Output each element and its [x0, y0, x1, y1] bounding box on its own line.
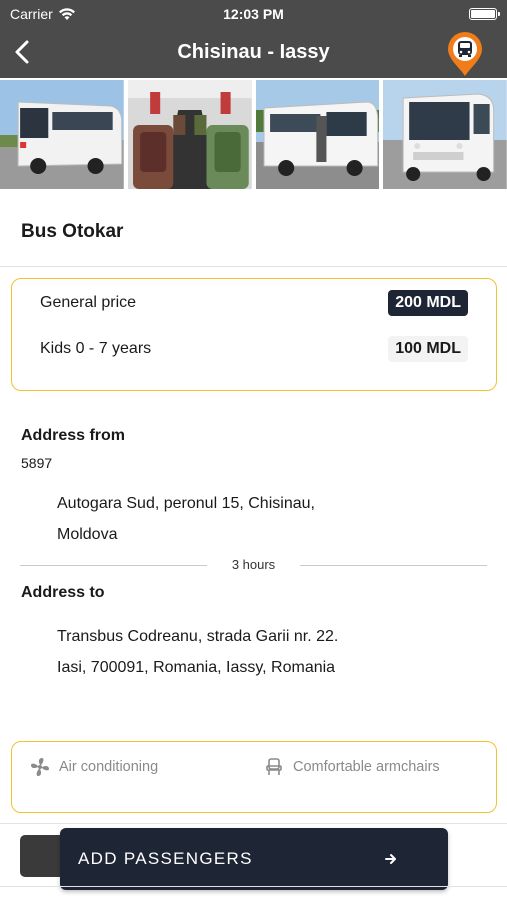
address-from-heading: Address from — [21, 427, 126, 444]
address-to-line2: Iasi, 700091, Romania, Iassy, Romania — [57, 659, 336, 676]
photo-gallery — [0, 80, 507, 189]
address-from-line2: Moldova — [57, 526, 118, 543]
address-from-text: Autogara Sud, peronul 15, Chisinau, Mold… — [57, 488, 457, 550]
nav-bar: Chisinau - Iassy — [0, 28, 507, 78]
arrow-right-icon — [385, 854, 396, 864]
address-to-text: Transbus Codreanu, strada Garii nr. 22. … — [57, 621, 457, 683]
top-bar: Carrier 12:03 PM Chisinau - Iassy — [0, 0, 507, 78]
address-from-line1: Autogara Sud, peronul 15, Chisinau, — [57, 495, 315, 512]
price-card: General price 200 MDL Kids 0 - 7 years 1… — [11, 278, 497, 391]
divider — [0, 266, 507, 267]
status-time: 12:03 PM — [223, 6, 284, 22]
amenity-label: Comfortable armchairs — [293, 759, 440, 775]
fan-icon — [31, 758, 49, 776]
price-row-kids: Kids 0 - 7 years 100 MDL — [40, 334, 468, 364]
amenity-label: Air conditioning — [59, 759, 159, 775]
price-label-general: General price — [40, 294, 137, 311]
amenities-card: Air conditioning Comfortable armchairs — [11, 741, 497, 813]
bus-name: Bus Otokar — [21, 221, 124, 242]
add-passengers-label: ADD PASSENGERS — [78, 849, 253, 868]
add-passengers-button[interactable]: ADD PASSENGERS — [60, 828, 448, 890]
divider — [0, 886, 507, 887]
bus-interior-photo[interactable] — [127, 80, 252, 189]
bus-exterior-photo[interactable] — [0, 80, 124, 189]
battery-icon — [469, 8, 500, 20]
address-to-heading: Address to — [21, 584, 105, 601]
price-label-kids: Kids 0 - 7 years — [40, 340, 152, 357]
bus-front-photo[interactable] — [383, 80, 507, 189]
status-bar: Carrier 12:03 PM — [0, 0, 507, 28]
amenity-air-conditioning: Air conditioning — [30, 757, 158, 777]
amenity-armchairs: Comfortable armchairs — [264, 757, 440, 777]
bus-map-pin-icon[interactable] — [445, 31, 485, 77]
price-value-kids: 100 MDL — [388, 336, 468, 362]
duration-line-right — [300, 565, 487, 566]
bus-side-photo[interactable] — [255, 80, 380, 189]
armchair-icon — [266, 758, 282, 775]
price-row-general: General price 200 MDL — [40, 288, 468, 318]
address-to-line1: Transbus Codreanu, strada Garii nr. 22. — [57, 628, 339, 645]
address-from-code: 5897 — [21, 455, 53, 471]
price-value-general: 200 MDL — [388, 290, 468, 316]
trip-duration: 3 hours — [20, 556, 487, 574]
page-title: Chisinau - Iassy — [177, 41, 330, 63]
divider — [0, 823, 507, 824]
